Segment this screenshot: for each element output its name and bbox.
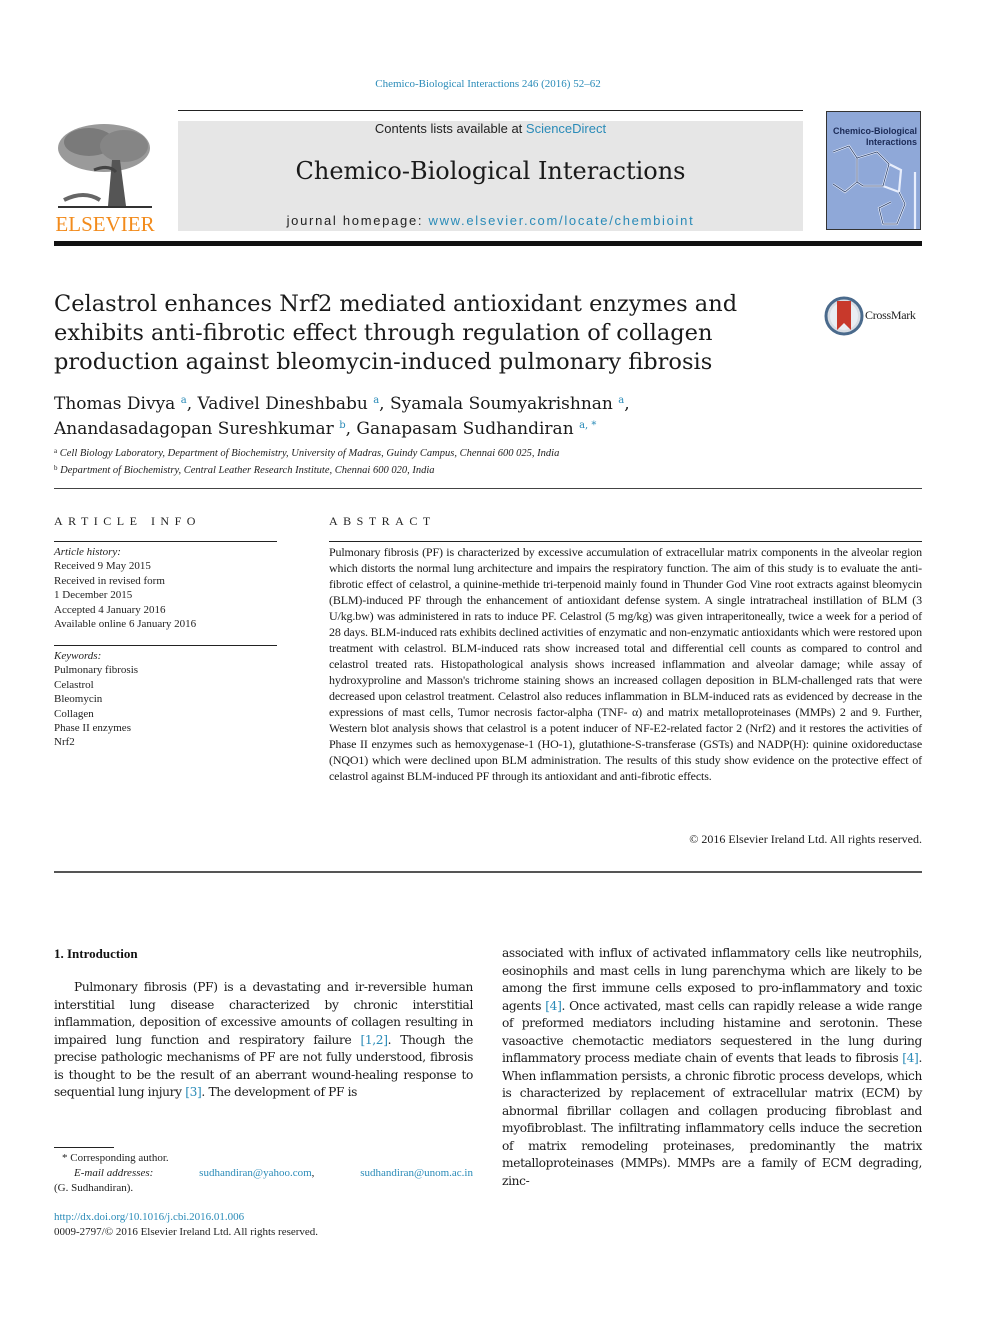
doi-link[interactable]: http://dx.doi.org/10.1016/j.cbi.2016.01.… xyxy=(54,1211,244,1223)
author[interactable]: Thomas Divya a xyxy=(54,394,187,414)
header-rule xyxy=(178,110,803,111)
corresponding-author-note: * Corresponding author. xyxy=(62,1152,169,1164)
elsevier-logo[interactable]: ELSEVIER xyxy=(54,120,156,236)
history-item: Accepted 4 January 2016 xyxy=(54,603,166,616)
history-item: Received 9 May 2015 xyxy=(54,560,151,573)
footnote-rule xyxy=(54,1147,114,1148)
cover-title: Chemico-Biological Interactions xyxy=(827,126,920,148)
introduction-right-column: associated with influx of activated infl… xyxy=(502,945,922,1190)
abstract-rule xyxy=(329,541,922,542)
author[interactable]: Vadivel Dineshbabu a xyxy=(198,394,380,414)
abstract-copyright: © 2016 Elsevier Ireland Ltd. All rights … xyxy=(689,832,922,846)
keywords: Keywords: Pulmonary fibrosis Celastrol B… xyxy=(54,649,277,750)
email-label: E-mail addresses: xyxy=(74,1167,154,1179)
keyword: Phase II enzymes xyxy=(54,722,131,735)
cover-title-line-2: Interactions xyxy=(865,137,917,147)
article-info-heading: ARTICLE INFO xyxy=(54,514,201,528)
keyword: Celastrol xyxy=(54,678,94,691)
header-thick-rule xyxy=(54,241,922,246)
citation-ref-link[interactable]: [3] xyxy=(185,1085,202,1099)
elsevier-wordmark: ELSEVIER xyxy=(55,212,155,236)
email-owner: (G. Sudhandiran). xyxy=(54,1182,134,1194)
introduction-paragraph: associated with influx of activated infl… xyxy=(502,946,922,1188)
keyword: Bleomycin xyxy=(54,693,103,706)
affiliation-marker[interactable]: a, * xyxy=(579,420,596,431)
journal-cover-thumbnail[interactable]: Chemico-Biological Interactions xyxy=(826,111,921,230)
crossmark-label: CrossMark xyxy=(865,308,916,322)
citation-ref-link[interactable]: [1,2] xyxy=(360,1033,388,1047)
introduction-heading: 1. Introduction xyxy=(54,946,138,961)
abstract-heading: ABSTRACT xyxy=(329,514,436,528)
journal-header-box: Contents lists available at ScienceDirec… xyxy=(178,121,803,231)
journal-homepage-line: journal homepage: www.elsevier.com/locat… xyxy=(178,213,803,228)
journal-title: Chemico-Biological Interactions xyxy=(295,157,686,185)
elsevier-tree-icon xyxy=(58,124,152,208)
affiliation-b: b Department of Biochemistry, Central Le… xyxy=(54,464,435,476)
journal-citation-link[interactable]: Chemico-Biological Interactions 246 (201… xyxy=(0,78,976,90)
cover-title-line-1: Chemico-Biological xyxy=(832,126,917,136)
contents-prefix: Contents lists available at xyxy=(374,121,526,136)
history-item: Received in revised form xyxy=(54,574,165,587)
abstract-bottom-rule xyxy=(54,871,922,873)
article-title: Celastrol enhances Nrf2 mediated antioxi… xyxy=(54,291,738,375)
contents-available-line: Contents lists available at ScienceDirec… xyxy=(178,121,803,136)
citation-ref-link[interactable]: [4] xyxy=(902,1051,919,1065)
introduction-paragraph: Pulmonary fibrosis (PF) is a devastating… xyxy=(54,980,473,1099)
abstract-body: Pulmonary fibrosis (PF) is characterized… xyxy=(329,545,922,783)
affiliation-a: a Cell Biology Laboratory, Department of… xyxy=(54,447,560,459)
introduction-left-column: Pulmonary fibrosis (PF) is a devastating… xyxy=(54,979,473,1102)
email-link[interactable]: sudhandiran@yahoo.com xyxy=(199,1167,311,1179)
author[interactable]: Syamala Soumyakrishnan a xyxy=(390,394,624,414)
journal-homepage-link[interactable]: www.elsevier.com/locate/chembioint xyxy=(429,213,695,228)
email-line: E-mail addresses: sudhandiran@yahoo.com,… xyxy=(74,1166,473,1181)
history-item: 1 December 2015 xyxy=(54,589,133,602)
crossmark-icon xyxy=(824,296,864,336)
crossmark-badge[interactable]: CrossMark xyxy=(824,296,924,336)
author-list: Thomas Divya a, Vadivel Dineshbabu a, Sy… xyxy=(54,394,630,439)
doi-block: http://dx.doi.org/10.1016/j.cbi.2016.01.… xyxy=(54,1210,554,1240)
citation-ref-link[interactable]: [4] xyxy=(545,999,562,1013)
keywords-label: Keywords: xyxy=(54,650,102,662)
homepage-prefix: journal homepage: xyxy=(286,213,429,228)
keyword: Pulmonary fibrosis xyxy=(54,664,139,677)
article-info-rule xyxy=(54,541,277,542)
keyword: Collagen xyxy=(54,707,94,720)
email-link[interactable]: sudhandiran@unom.ac.in xyxy=(360,1166,473,1181)
history-item: Available online 6 January 2016 xyxy=(54,618,197,631)
section-divider xyxy=(54,488,922,489)
sciencedirect-link[interactable]: ScienceDirect xyxy=(526,121,606,136)
corresponding-author-footnote: * Corresponding author. E-mail addresses… xyxy=(54,1151,473,1196)
author[interactable]: Anandasadagopan Sureshkumar b xyxy=(54,419,346,439)
keywords-rule xyxy=(54,645,277,646)
keyword: Nrf2 xyxy=(54,736,75,749)
issn-copyright: 0009-2797/© 2016 Elsevier Ireland Ltd. A… xyxy=(54,1226,319,1238)
article-history-label: Article history: xyxy=(54,546,121,558)
affiliations: a Cell Biology Laboratory, Department of… xyxy=(54,444,854,478)
article-history: Article history: Received 9 May 2015 Rec… xyxy=(54,545,277,631)
author[interactable]: Ganapasam Sudhandiran a, * xyxy=(356,419,596,439)
